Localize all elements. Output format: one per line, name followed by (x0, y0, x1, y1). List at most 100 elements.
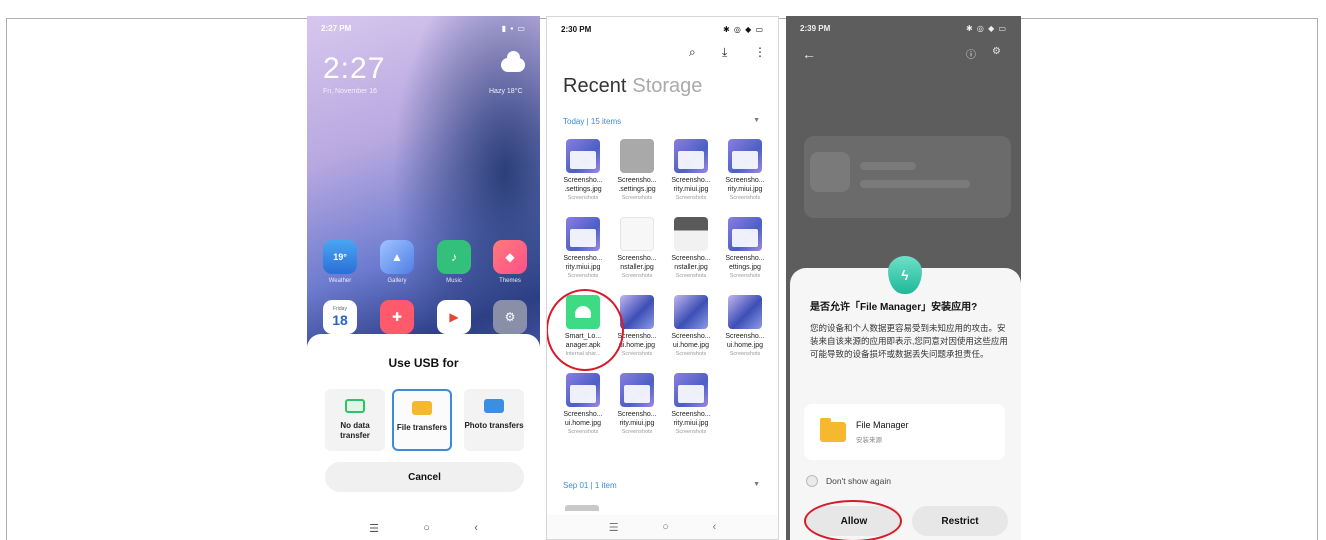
file-thumbnail (728, 295, 762, 329)
folder-icon (412, 401, 432, 415)
back-icon[interactable]: ‹ (474, 522, 478, 534)
file-name-ext: ui.home.jpg (672, 342, 710, 349)
file-folder: Screenshots (729, 195, 761, 201)
status-time: 2:39 PM (800, 23, 831, 33)
file-item[interactable]: Screensho... ui.home.jpg Screenshots (557, 373, 609, 436)
section-today[interactable]: Today | 15 items (563, 117, 621, 126)
photo-icon (484, 399, 504, 413)
dialog-title: 是否允许「File Manager」安装应用? (810, 302, 978, 313)
status-time: 2:27 PM (321, 23, 352, 33)
status-bar: 2:39 PM ✱ ◎ ◆ ▭ (786, 16, 1021, 40)
file-thumbnail (620, 295, 654, 329)
game-app-icon[interactable]: ✚ (380, 300, 414, 334)
calendar-app-icon[interactable]: Friday 18 (323, 300, 357, 334)
section-sep01[interactable]: Sep 01 | 1 item (563, 481, 617, 490)
tab-bar: Recent Storage (563, 75, 702, 98)
frame-right-line (1317, 18, 1318, 540)
file-name-ext: rity.miui.jpg (673, 420, 709, 427)
app-label-themes: Themes (499, 278, 521, 284)
file-item[interactable]: Screensho... rity.miui.jpg Screenshots (665, 139, 717, 202)
file-item[interactable]: Screensho... nstaller.jpg Screenshots (611, 217, 663, 280)
no-data-transfer-option[interactable]: No data transfer (325, 389, 385, 451)
cancel-button[interactable]: Cancel (325, 462, 524, 492)
file-name: Screensho... (563, 177, 603, 184)
file-folder: Screenshots (675, 351, 707, 357)
file-name: Screensho... (671, 255, 711, 262)
music-app-icon[interactable]: ♪ (437, 240, 471, 274)
chevron-down-icon[interactable]: ▼ (753, 117, 760, 124)
status-icons: ✱ ◎ ◆ ▭ (965, 23, 1007, 33)
status-time: 2:30 PM (561, 24, 592, 34)
file-name: Screensho... (563, 411, 603, 418)
file-item[interactable]: Screensho... .settings.jpg Screenshots (611, 139, 663, 202)
file-name-ext: ui.home.jpg (564, 420, 602, 427)
file-folder: Screenshots (675, 195, 707, 201)
frame-left-line (6, 18, 7, 540)
more-icon[interactable]: ⋮ (754, 45, 766, 59)
no-data-transfer-label: No data transfer (340, 421, 370, 440)
app-name: File Manager (856, 420, 909, 430)
file-thumbnail (566, 139, 600, 173)
menu-icon[interactable]: ☰ (369, 522, 379, 535)
back-arrow-icon[interactable]: ← (802, 46, 816, 62)
status-icons: ✱ ◎ ◆ ▭ (722, 24, 764, 34)
gear-icon[interactable]: ⚙ (992, 46, 1001, 57)
file-item[interactable]: Screensho... ui.home.jpg Screenshots (665, 295, 717, 358)
file-item[interactable]: Screensho... .settings.jpg Screenshots (557, 139, 609, 202)
settings-app-icon[interactable]: ⚙ (493, 300, 527, 334)
file-thumbnail (620, 373, 654, 407)
weather-app-icon[interactable]: 19° (323, 240, 357, 274)
file-name-ext: nstaller.jpg (620, 264, 654, 271)
file-item[interactable]: Screensho... rity.miui.jpg Screenshots (719, 139, 771, 202)
file-name-ext: nstaller.jpg (674, 264, 708, 271)
file-name-ext: .settings.jpg (618, 186, 656, 193)
download-icon[interactable]: ⤓ (722, 45, 727, 60)
phone-file-manager: 2:30 PM ✱ ◎ ◆ ▭ ⌕ ⤓ ⋮ Recent Storage Toda… (546, 16, 779, 540)
home-icon[interactable]: ○ (662, 521, 669, 533)
file-transfers-option[interactable]: File transfers (392, 389, 452, 451)
file-item[interactable]: Screensho... rity.miui.jpg Screenshots (611, 373, 663, 436)
status-bar: 2:30 PM ✱ ◎ ◆ ▭ (547, 17, 778, 41)
file-name-ext: ui.home.jpg (726, 342, 764, 349)
app-source-card: File Manager 安装来源 (804, 404, 1005, 460)
restrict-button[interactable]: Restrict (912, 506, 1008, 536)
file-folder: Screenshots (675, 273, 707, 279)
folder-icon (820, 418, 846, 442)
file-item[interactable]: Screensho... ui.home.jpg Screenshots (719, 295, 771, 358)
tab-storage[interactable]: Storage (632, 75, 702, 97)
file-item[interactable]: Screensho... rity.miui.jpg Screenshots (665, 373, 717, 436)
file-thumb-partial (565, 505, 599, 511)
play-store-icon[interactable]: ▶ (437, 300, 471, 334)
background-line (860, 162, 916, 170)
back-icon[interactable]: ‹ (713, 521, 717, 533)
chevron-down-icon[interactable]: ▼ (753, 481, 760, 488)
file-name: Screensho... (563, 255, 603, 262)
file-name: Screensho... (617, 255, 657, 262)
file-thumbnail (674, 295, 708, 329)
info-shield-icon[interactable]: ⓘ (966, 46, 976, 61)
dont-show-again-checkbox[interactable] (806, 475, 818, 487)
file-item[interactable]: Screensho... ettings.jpg Screenshots (719, 217, 771, 280)
file-item[interactable]: Screensho... nstaller.jpg Screenshots (665, 217, 717, 280)
gallery-app-icon[interactable]: ▲ (380, 240, 414, 274)
file-item[interactable]: Screensho... rity.miui.jpg Screenshots (557, 217, 609, 280)
tab-recent[interactable]: Recent (563, 75, 626, 97)
search-icon[interactable]: ⌕ (689, 45, 696, 60)
file-folder: Screenshots (567, 429, 599, 435)
file-folder: Screenshots (621, 429, 653, 435)
nav-bar: ☰ ○ ‹ (547, 515, 778, 539)
themes-app-icon[interactable]: ◆ (493, 240, 527, 274)
highlight-circle (804, 500, 902, 540)
file-thumbnail (674, 373, 708, 407)
file-thumbnail (728, 139, 762, 173)
phone-home-usb: 2:27 PM ▮ ▪ ▭ 2:27 Fri, November 16 Hazy… (307, 16, 540, 540)
app-source-label: 安装来源 (856, 437, 882, 444)
home-icon[interactable]: ○ (423, 522, 430, 534)
photo-transfers-option[interactable]: Photo transfers (464, 389, 524, 451)
file-name-ext: rity.miui.jpg (673, 186, 709, 193)
file-thumbnail (728, 217, 762, 251)
dont-show-again-row[interactable]: Don't show again (806, 475, 891, 487)
menu-icon[interactable]: ☰ (609, 521, 619, 534)
file-folder: Screenshots (675, 429, 707, 435)
app-label-weather: Weather (328, 278, 352, 284)
